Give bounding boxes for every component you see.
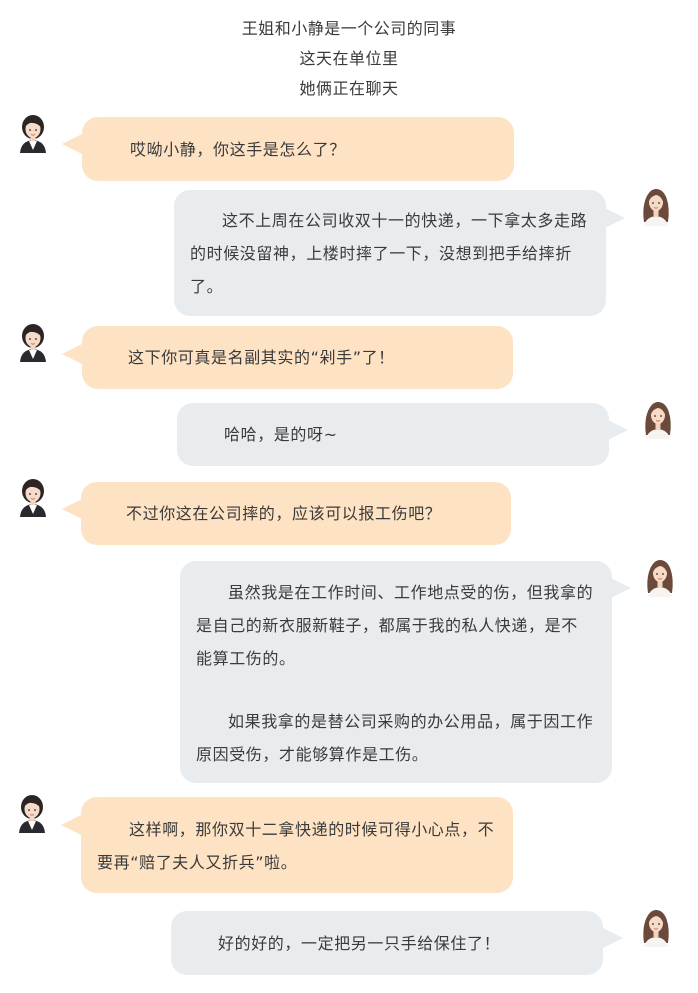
bubble-tail — [62, 344, 82, 364]
chat-bubble-right: 虽然我是在工作时间、工作地点受的伤，但我拿的是自己的新衣服新鞋子，都属于我的私人… — [180, 561, 612, 783]
message-text: 好的好的，一定把另一只手给保住了！ — [218, 934, 501, 953]
long-hair-woman-avatar-icon — [640, 399, 676, 439]
intro-line: 王姐和小静是一个公司的同事 — [241, 19, 457, 38]
chat-bubble-right: 哈哈，是的呀~ — [177, 403, 609, 466]
long-hair-woman-avatar-icon — [638, 907, 674, 947]
long-hair-woman-avatar-icon — [642, 557, 678, 597]
message-text: 不过你这在公司摔的，应该可以报工伤吧？ — [126, 504, 442, 523]
bubble-tail — [62, 134, 82, 154]
message-text: 这样啊，那你双十二拿快递的时候可得小心点，不要再“赔了夫人又折兵”啦。 — [97, 820, 495, 872]
bubble-tail — [608, 420, 628, 440]
chat-bubble-left: 这下你可真是名副其实的“剁手”了！ — [82, 326, 513, 389]
message-text: 哈哈，是的呀~ — [224, 425, 338, 444]
chat-bubble-left: 哎呦小静，你这手是怎么了？ — [82, 117, 514, 181]
short-hair-woman-avatar-icon — [15, 477, 51, 517]
message-text: 这下你可真是名副其实的“剁手”了！ — [128, 348, 395, 367]
chat-bubble-left: 不过你这在公司摔的，应该可以报工伤吧？ — [81, 482, 511, 545]
message-text: 虽然我是在工作时间、工作地点受的伤，但我拿的是自己的新衣服新鞋子，都属于我的私人… — [196, 583, 594, 668]
chat-bubble-right: 好的好的，一定把另一只手给保住了！ — [171, 911, 603, 975]
message-text: 如果我拿的是替公司采购的办公用品，属于因工作原因受伤，才能够算作是工伤。 — [196, 712, 594, 764]
chat-bubble-left: 这样啊，那你双十二拿快递的时候可得小心点，不要再“赔了夫人又折兵”啦。 — [81, 797, 513, 893]
story-intro: 王姐和小静是一个公司的同事 这天在单位里 她俩正在聊天 — [0, 14, 698, 104]
message-text: 哎呦小静，你这手是怎么了？ — [130, 140, 346, 159]
bubble-tail — [605, 208, 625, 228]
bubble-tail — [62, 499, 82, 519]
intro-line: 她俩正在聊天 — [299, 79, 399, 98]
message-text: 这不上周在公司收双十一的快递，一下拿太多走路的时候没留神，上楼时摔了一下，没想到… — [190, 211, 588, 296]
bubble-tail — [603, 928, 623, 948]
bubble-tail — [611, 578, 631, 598]
short-hair-woman-avatar-icon — [15, 322, 51, 362]
intro-line: 这天在单位里 — [299, 49, 399, 68]
long-hair-woman-avatar-icon — [638, 186, 674, 226]
short-hair-woman-avatar-icon — [14, 793, 50, 833]
short-hair-woman-avatar-icon — [15, 113, 51, 153]
chat-bubble-right: 这不上周在公司收双十一的快递，一下拿太多走路的时候没留神，上楼时摔了一下，没想到… — [174, 190, 606, 316]
bubble-tail — [61, 815, 81, 835]
